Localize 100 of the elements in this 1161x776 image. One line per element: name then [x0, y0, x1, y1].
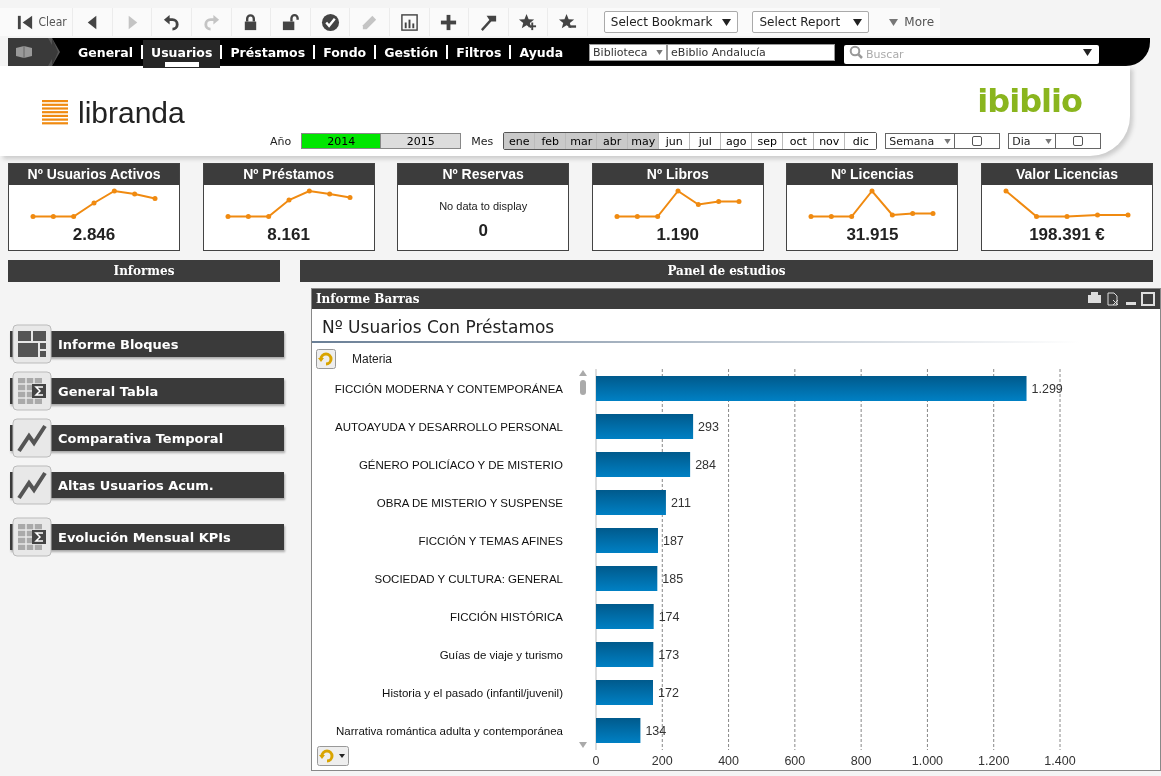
- caret-icon: [889, 18, 899, 26]
- category-label: Historia y el pasado (infantil/juvenil): [382, 687, 563, 699]
- more-button[interactable]: More: [883, 14, 941, 30]
- table-sum-icon: [12, 371, 52, 411]
- kpi-value: 8.161: [267, 225, 310, 245]
- value-label: 211: [670, 496, 691, 510]
- logo-text: libranda: [78, 96, 185, 130]
- report-dropdown[interactable]: Select Report: [752, 11, 870, 33]
- kpi-title: Nº Reservas: [398, 164, 569, 185]
- nav-tab[interactable]: Gestión: [376, 40, 447, 68]
- year-option[interactable]: 2014: [301, 133, 382, 149]
- line-chart-icon: [12, 418, 52, 458]
- kpi-title: Nº Licencias: [787, 164, 958, 185]
- clear-button[interactable]: Clear: [10, 8, 74, 36]
- value-label: 185: [662, 572, 684, 586]
- bar: [596, 680, 653, 705]
- dropdown-caret-icon: [722, 18, 732, 26]
- bar: [596, 566, 658, 591]
- category-label: GÉNERO POLICÍACO Y DE MISTERIO: [358, 459, 563, 471]
- category-label: FICCIÓN Y TEMAS AFINES: [418, 535, 563, 547]
- day-checkbox[interactable]: [1073, 136, 1084, 146]
- year-option[interactable]: 2015: [381, 133, 462, 149]
- category-label: OBRA DE MISTERIO Y SUSPENSE: [376, 497, 563, 509]
- category-label: Guías de viaje y turismo: [439, 649, 563, 661]
- category-label: AUTOAYUDA Y DESARROLLO PERSONAL: [335, 421, 563, 433]
- bar: [596, 642, 654, 667]
- search-field[interactable]: Buscar: [844, 44, 1100, 64]
- dropdown-caret-icon[interactable]: [1083, 48, 1093, 56]
- scrollbar[interactable]: [579, 370, 587, 748]
- month-option[interactable]: mar: [566, 133, 598, 149]
- tick-label: 400: [718, 754, 739, 768]
- star-plus-icon: [518, 12, 538, 32]
- nav-tab[interactable]: Usuarios: [143, 40, 221, 68]
- nav-tab[interactable]: Ayuda: [511, 40, 572, 68]
- unlock-icon: [281, 12, 300, 32]
- library-dropdown[interactable]: Biblioteca: [589, 43, 668, 61]
- value-label: 293: [698, 420, 719, 434]
- brand-logo: ibiblio: [977, 82, 1082, 120]
- caret-icon: [944, 138, 952, 144]
- month-option[interactable]: ene: [504, 133, 536, 149]
- tick-label: 800: [850, 754, 872, 768]
- plus-icon: [439, 12, 459, 32]
- category-label: FICCIÓN MODERNA Y CONTEMPORÁNEA: [334, 383, 563, 395]
- category-label: FICCIÓN HISTÓRICA: [449, 611, 563, 623]
- nav-tab[interactable]: Fondo: [315, 40, 375, 68]
- kpi-title: Nº Libros: [592, 164, 763, 185]
- value-label: 172: [658, 686, 679, 700]
- nav-tab[interactable]: General: [70, 40, 141, 68]
- value-label: 284: [695, 458, 716, 472]
- dimension-label: Materia: [352, 352, 392, 366]
- kpi-value: 198.391 €: [1029, 225, 1105, 245]
- redo-icon: [201, 12, 221, 32]
- bar: [596, 528, 658, 553]
- month-label: Mes: [471, 134, 494, 148]
- kpi-value: 0: [478, 221, 488, 241]
- bar: [596, 604, 654, 629]
- section-header: Informes: [8, 260, 280, 282]
- bar: [596, 718, 641, 743]
- day-dropdown[interactable]: Dia: [1008, 133, 1057, 149]
- window-caption: Informe Barras: [316, 292, 420, 306]
- month-option[interactable]: may: [628, 133, 660, 149]
- caret-icon: [656, 49, 664, 55]
- undo-icon: [162, 12, 182, 32]
- nav-tab[interactable]: Filtros: [448, 40, 510, 68]
- section-header: Panel de estudios: [300, 260, 1153, 282]
- tick-label: 0: [592, 754, 600, 768]
- nav-tab[interactable]: Préstamos: [222, 40, 314, 68]
- search-icon: [849, 45, 864, 59]
- kpi-value: 31.915: [846, 225, 899, 245]
- no-data-message: No data to display: [439, 200, 528, 212]
- bar: [596, 490, 666, 515]
- kpi-value: 2.846: [72, 225, 116, 245]
- month-option[interactable]: feb: [535, 133, 567, 149]
- tick-label: 1.000: [911, 754, 944, 768]
- chart-title: Nº Usuarios Con Préstamos: [321, 316, 556, 339]
- library-field[interactable]: eBiblio Andalucía: [667, 43, 836, 61]
- check-circle-icon: [320, 12, 340, 32]
- year-label: Año: [270, 134, 292, 148]
- kpi-title: Nº Usuarios Activos: [9, 164, 179, 185]
- tick-label: 1.200: [978, 754, 1010, 768]
- month-option[interactable]: abr: [597, 133, 629, 149]
- value-label: 173: [658, 648, 680, 662]
- category-label: Narrativa romántica adulta y contemporánea: [336, 725, 563, 737]
- tick-label: 600: [784, 754, 806, 768]
- stripes-icon: [42, 100, 68, 126]
- tick-label: 1.400: [1044, 754, 1076, 768]
- bookmark-dropdown[interactable]: Select Bookmark: [603, 11, 739, 33]
- category-label: SOCIEDAD Y CULTURA: GENERAL: [374, 573, 563, 585]
- tick-label: 200: [651, 754, 673, 768]
- emblem-icon: [8, 38, 62, 66]
- kpi-title: Valor Licencias: [981, 164, 1152, 185]
- window-controls-icon[interactable]: [1086, 292, 1156, 306]
- dropdown-caret-icon: [853, 18, 863, 26]
- value-label: 187: [662, 534, 684, 548]
- week-dropdown[interactable]: Semana: [885, 133, 956, 149]
- line-chart-icon: [12, 465, 52, 505]
- kpi-value: 1.190: [656, 225, 700, 245]
- week-checkbox[interactable]: [972, 136, 983, 146]
- bar-chart-icon: [399, 12, 419, 32]
- value-label: 1.299: [1031, 382, 1063, 396]
